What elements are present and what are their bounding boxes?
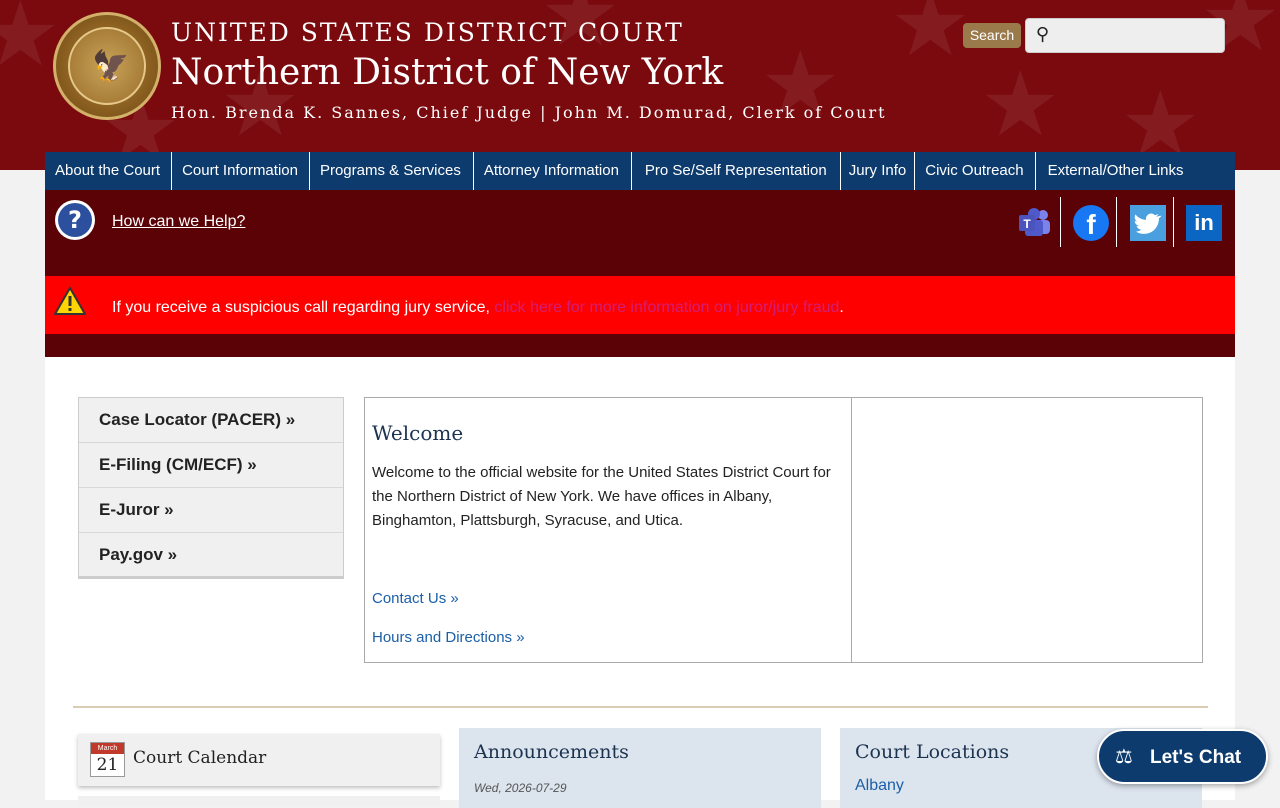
next-card	[78, 796, 440, 806]
star-decoration: ★	[0, 0, 61, 87]
header-court-name: UNITED STATES DISTRICT COURT	[171, 18, 684, 47]
welcome-panel: Welcome Welcome to the official website …	[364, 397, 852, 663]
calendar-icon: March 21	[90, 742, 125, 777]
quick-link-ejuror[interactable]: E-Juror »	[79, 488, 343, 533]
linkedin-link[interactable]: in	[1174, 197, 1230, 247]
location-link-albany[interactable]: Albany	[855, 777, 904, 795]
svg-text:T: T	[1023, 217, 1031, 231]
scales-icon: ⚖	[1115, 744, 1133, 768]
eagle-icon: 🦅	[92, 49, 130, 84]
linkedin-icon: in	[1186, 205, 1222, 241]
star-decoration: ★	[980, 52, 1061, 157]
help-question-icon[interactable]: ?	[55, 200, 95, 240]
nav-item-about[interactable]: About the Court	[45, 152, 173, 190]
nav-item-pro-se[interactable]: Pro Se/Self Representation	[632, 152, 841, 190]
nav-item-jury[interactable]: Jury Info	[841, 152, 916, 190]
search-button[interactable]: Search	[963, 23, 1021, 48]
feature-panel	[851, 397, 1203, 663]
court-calendar-card[interactable]: March 21 Court Calendar	[78, 734, 440, 786]
alert-bottom-bar	[45, 334, 1235, 357]
header-district-name[interactable]: Northern District of New York	[171, 52, 723, 93]
facebook-icon: f	[1073, 205, 1109, 241]
twitter-icon	[1130, 205, 1166, 241]
warning-icon	[53, 286, 87, 316]
twitter-link[interactable]	[1118, 197, 1174, 247]
site-header: ★ ★ ★ ★ ★ ★ ★ ★ ★ 🦅 UNITED STATES DISTRI…	[0, 0, 1280, 170]
alert-end: .	[839, 299, 844, 316]
quick-link-ecf[interactable]: E-Filing (CM/ECF) »	[79, 443, 343, 488]
contact-us-link[interactable]: Contact Us »	[372, 590, 459, 607]
help-link[interactable]: How can we Help?	[112, 213, 245, 231]
search-icon: ⚲	[1036, 24, 1050, 45]
jury-fraud-link[interactable]: click here for more information on juror…	[494, 299, 839, 316]
welcome-body: Welcome to the official website for the …	[372, 464, 831, 529]
chat-button[interactable]: ⚖ Let's Chat	[1097, 729, 1268, 784]
court-locations-title: Court Locations	[855, 741, 1010, 763]
teams-icon: T	[1017, 205, 1053, 241]
quick-link-paygov[interactable]: Pay.gov »	[79, 533, 343, 578]
nav-item-civic[interactable]: Civic Outreach	[915, 152, 1036, 190]
search-input[interactable]: ⚲	[1025, 18, 1225, 53]
nav-item-external[interactable]: External/Other Links	[1036, 152, 1195, 190]
announcements-panel: Announcements Wed, 2026-07-29	[459, 728, 821, 808]
calendar-day: 21	[96, 755, 119, 775]
announcements-title: Announcements	[474, 741, 629, 763]
court-seal-logo[interactable]: 🦅	[53, 12, 161, 120]
alert-message: If you receive a suspicious call regardi…	[112, 299, 844, 317]
help-bar: ? How can we Help? T f in	[45, 190, 1235, 276]
nav-item-court-info[interactable]: Court Information	[172, 152, 310, 190]
jury-fraud-alert: If you receive a suspicious call regardi…	[45, 276, 1235, 334]
main-content: Case Locator (PACER) » E-Filing (CM/ECF)…	[45, 357, 1235, 808]
hours-directions-link[interactable]: Hours and Directions »	[372, 629, 525, 646]
nav-item-programs[interactable]: Programs & Services	[310, 152, 474, 190]
section-divider	[73, 706, 1208, 708]
seal-ring: 🦅	[68, 27, 146, 105]
welcome-title: Welcome	[372, 421, 464, 445]
calendar-month: March	[91, 743, 124, 754]
teams-link[interactable]: T	[1005, 197, 1061, 247]
star-decoration: ★	[890, 0, 971, 77]
quick-link-pacer[interactable]: Case Locator (PACER) »	[79, 398, 343, 443]
question-mark: ?	[58, 203, 92, 237]
announcement-date: Wed, 2026-07-29	[474, 781, 567, 795]
chat-label: Let's Chat	[1150, 747, 1242, 768]
nav-item-attorney[interactable]: Attorney Information	[474, 152, 632, 190]
header-officials: Hon. Brenda K. Sannes, Chief Judge | Joh…	[171, 103, 887, 122]
facebook-link[interactable]: f	[1061, 197, 1117, 247]
quick-links: Case Locator (PACER) » E-Filing (CM/ECF)…	[78, 397, 344, 579]
court-calendar-title: Court Calendar	[133, 748, 267, 768]
alert-text: If you receive a suspicious call regardi…	[112, 299, 495, 316]
main-nav: About the Court Court Information Progra…	[45, 152, 1235, 190]
